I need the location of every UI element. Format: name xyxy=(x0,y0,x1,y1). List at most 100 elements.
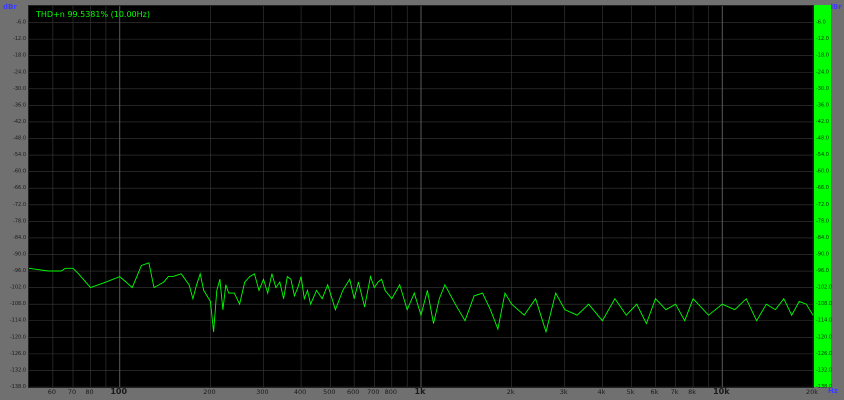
data-point xyxy=(297,287,299,288)
data-point xyxy=(511,303,513,305)
data-point xyxy=(535,298,536,299)
data-point xyxy=(636,303,638,305)
data-point xyxy=(213,331,214,333)
data-point xyxy=(427,290,428,291)
data-point xyxy=(329,292,331,294)
data-point xyxy=(655,298,656,299)
data-point xyxy=(258,290,260,291)
data-point xyxy=(168,276,169,277)
spectrum-plot[interactable] xyxy=(28,5,814,388)
data-point xyxy=(153,287,155,288)
data-point xyxy=(225,284,227,286)
data-point xyxy=(321,298,323,299)
data-point xyxy=(78,273,79,275)
data-point xyxy=(233,292,235,294)
data-point xyxy=(275,287,277,288)
data-point xyxy=(141,265,142,266)
data-point xyxy=(381,279,382,280)
data-point xyxy=(497,328,499,330)
data-point xyxy=(665,309,667,310)
data-point xyxy=(222,309,224,310)
data-point xyxy=(349,279,351,280)
data-point xyxy=(196,284,197,286)
data-point xyxy=(464,320,466,322)
data-point xyxy=(271,273,273,275)
data-point xyxy=(433,323,434,324)
data-point xyxy=(239,303,240,305)
data-point xyxy=(576,314,578,316)
data-point xyxy=(555,292,557,294)
data-point xyxy=(708,314,709,316)
data-point xyxy=(48,270,49,272)
data-point xyxy=(692,298,694,299)
frequency-unit: Hz xyxy=(828,387,838,395)
data-point xyxy=(172,276,174,277)
data-point xyxy=(228,292,229,294)
data-point xyxy=(766,303,767,305)
data-point xyxy=(420,314,422,316)
data-point xyxy=(364,306,365,308)
data-point xyxy=(294,295,295,297)
data-point xyxy=(263,279,264,280)
data-point xyxy=(675,303,676,305)
data-point xyxy=(203,290,204,291)
data-point xyxy=(684,320,685,322)
data-point xyxy=(90,287,91,288)
data-point xyxy=(406,309,408,310)
data-point xyxy=(374,287,375,288)
data-point xyxy=(180,273,182,275)
data-point xyxy=(358,281,359,283)
data-point xyxy=(438,298,440,299)
data-point xyxy=(105,281,107,283)
data-point xyxy=(646,323,647,324)
data-point xyxy=(370,276,371,277)
data-point xyxy=(564,309,566,310)
data-point xyxy=(455,303,456,305)
data-point xyxy=(444,284,446,286)
data-point xyxy=(490,309,491,310)
data-point xyxy=(300,276,302,277)
data-point xyxy=(119,276,121,277)
data-point xyxy=(335,309,336,310)
data-point xyxy=(163,281,165,283)
data-point xyxy=(791,314,793,316)
data-point xyxy=(545,331,547,333)
data-point xyxy=(391,298,393,299)
level-meter-bar xyxy=(812,5,831,387)
data-point xyxy=(192,298,194,299)
data-point xyxy=(61,270,62,272)
data-point xyxy=(310,303,311,305)
data-point xyxy=(588,303,589,305)
left-axis-unit: dBr xyxy=(3,3,17,11)
data-point xyxy=(798,301,800,302)
data-point xyxy=(775,309,776,310)
data-point xyxy=(219,279,221,280)
data-point xyxy=(131,287,133,288)
data-point xyxy=(216,290,218,291)
data-point xyxy=(287,276,288,277)
data-point xyxy=(745,298,747,299)
data-point xyxy=(413,292,415,294)
data-point xyxy=(125,281,127,283)
data-point xyxy=(625,314,627,316)
data-point xyxy=(482,292,483,294)
data-point xyxy=(148,262,150,264)
data-point xyxy=(377,281,379,283)
thd-readout: THD+n 99.5381% (10.00Hz) xyxy=(36,10,150,19)
data-point xyxy=(290,279,292,280)
data-point xyxy=(249,276,250,277)
data-point xyxy=(137,273,139,275)
data-point xyxy=(614,298,616,299)
data-point xyxy=(279,281,281,283)
data-point xyxy=(199,273,201,275)
data-point xyxy=(523,314,525,316)
data-point xyxy=(602,320,603,322)
data-point xyxy=(756,320,757,322)
data-point xyxy=(188,284,190,286)
data-point xyxy=(72,267,74,269)
spectrum-svg xyxy=(28,6,814,388)
data-point xyxy=(267,292,269,294)
data-point xyxy=(254,273,255,275)
data-point xyxy=(353,298,355,299)
data-point xyxy=(283,298,284,299)
